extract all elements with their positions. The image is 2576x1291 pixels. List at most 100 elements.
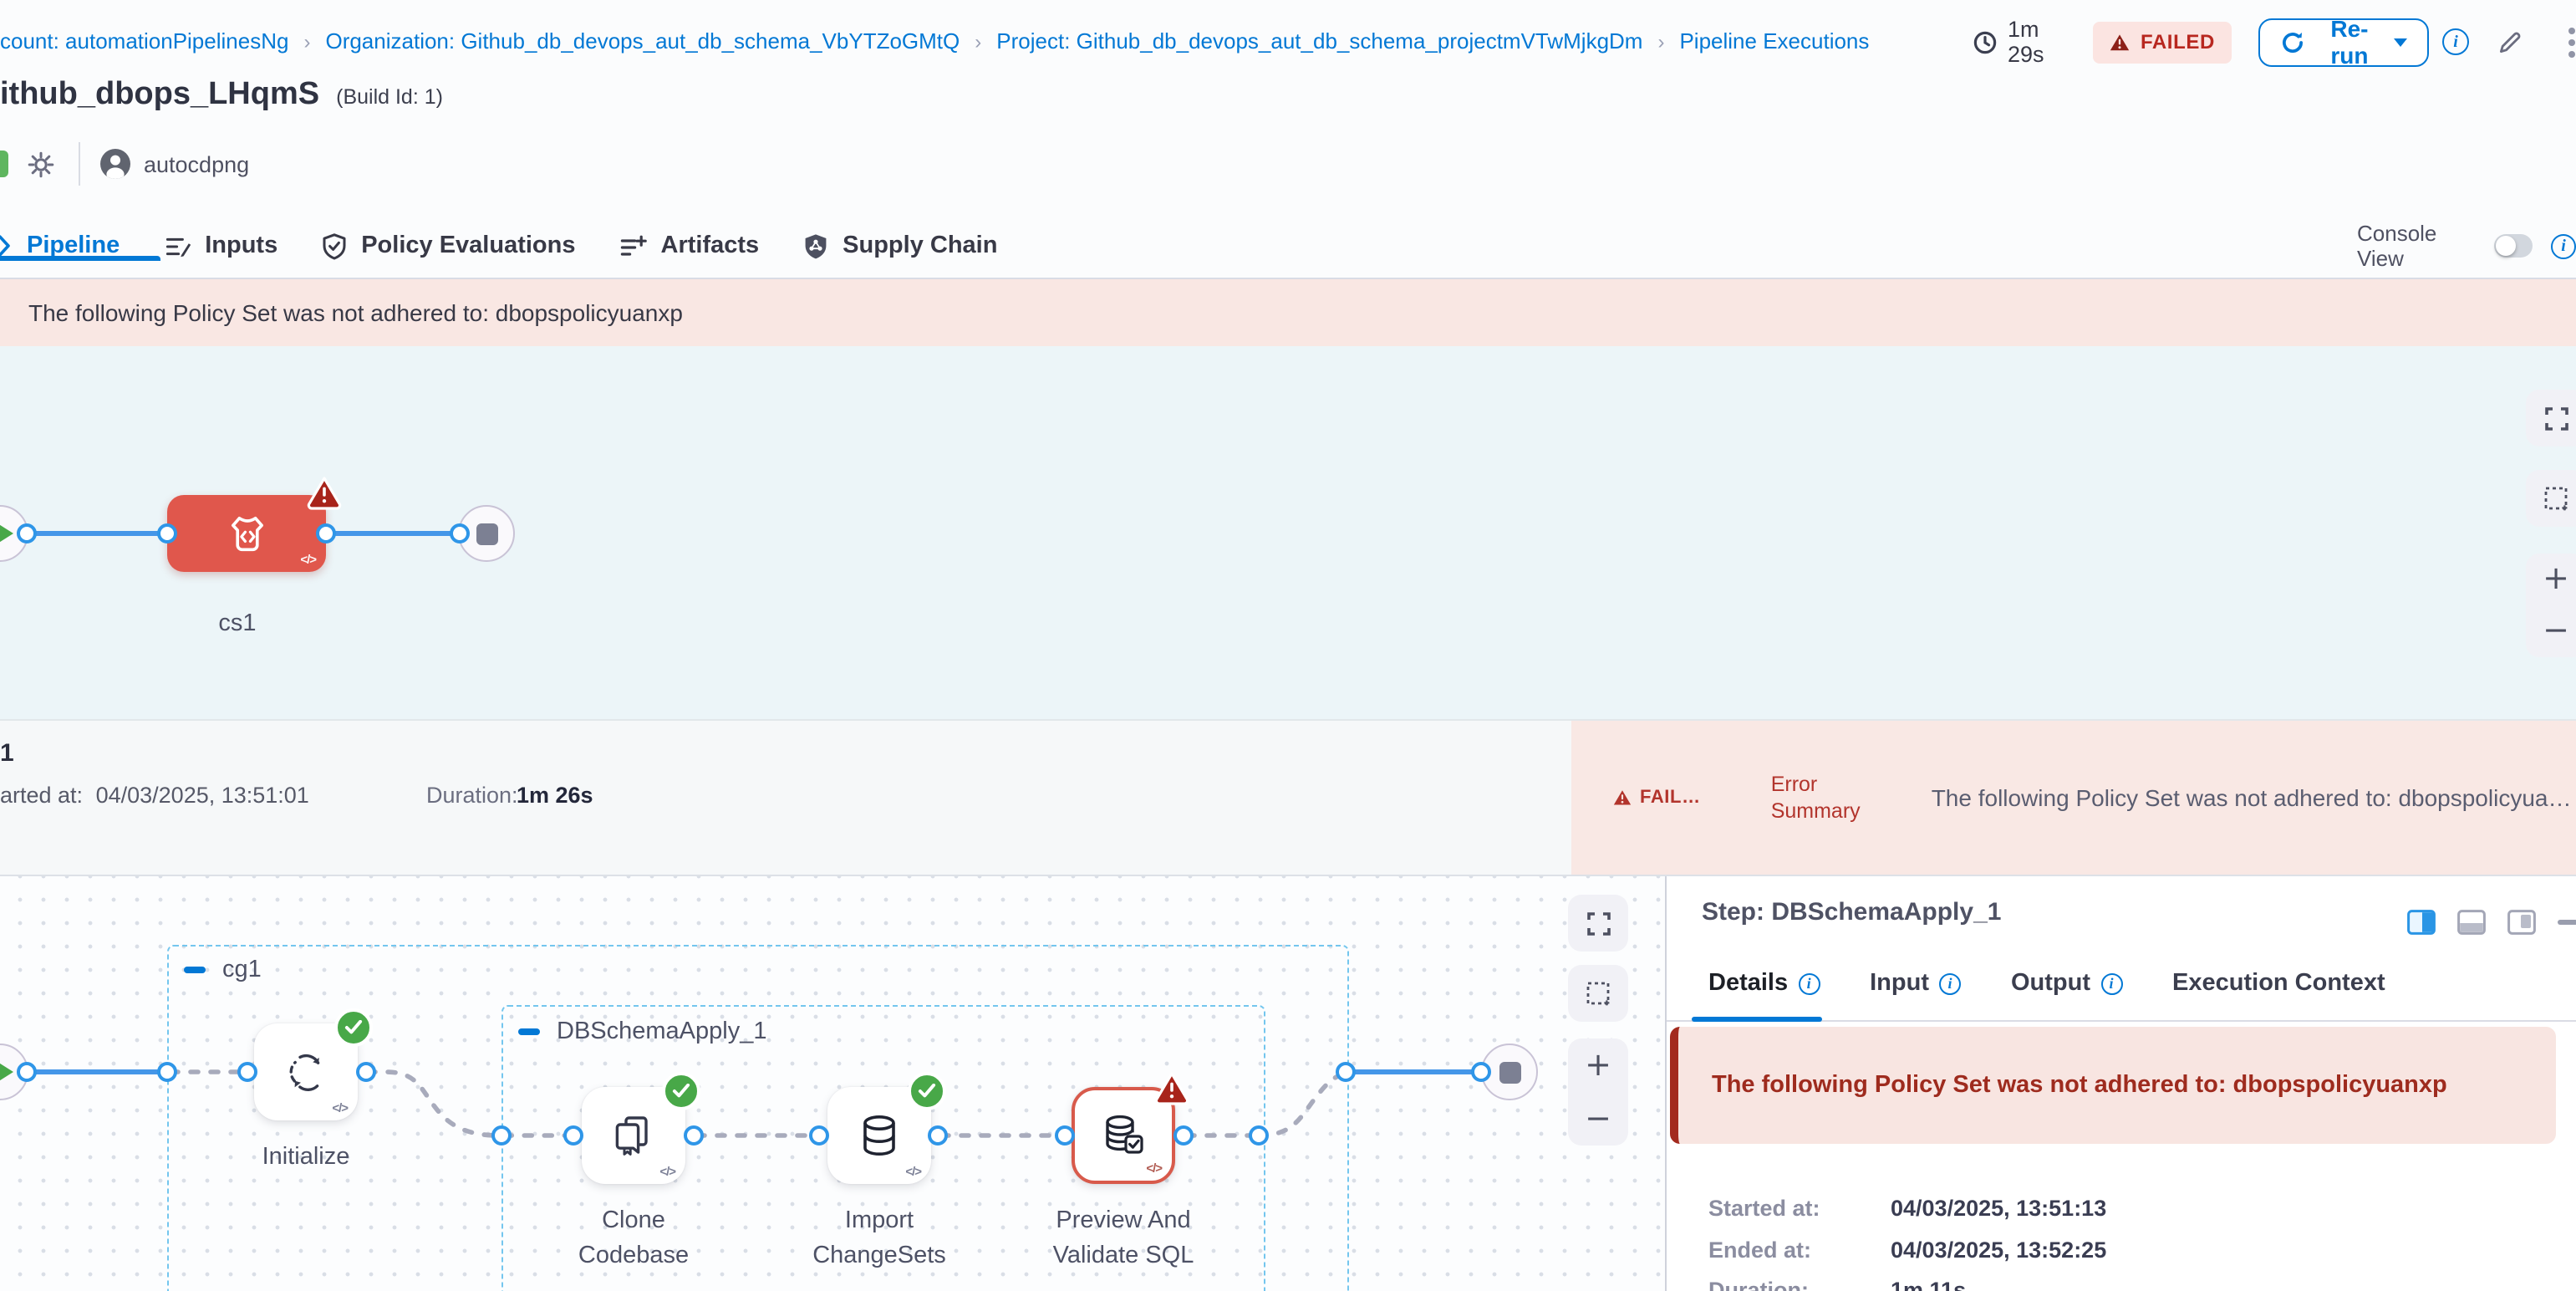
divider: [79, 142, 80, 186]
breadcrumb-account[interactable]: count: automationPipelinesNg: [0, 28, 288, 54]
status-text: FAILED: [2141, 30, 2215, 54]
zoom-in-button[interactable]: +: [1585, 1049, 1611, 1081]
execution-info-button[interactable]: [2442, 28, 2469, 55]
connector-port: [157, 1062, 177, 1082]
tab-input-label: Input: [1870, 970, 1929, 997]
pencil-icon: [2496, 28, 2524, 56]
step-node-initialize[interactable]: </>: [254, 1023, 358, 1120]
status-badge: FAILED: [2094, 21, 2232, 63]
build-id: (Build Id: 1): [336, 85, 443, 109]
top-bar: count: automationPipelinesNg › Organizat…: [0, 0, 2576, 84]
rerun-button[interactable]: Re-run: [2258, 18, 2429, 66]
tab-output-label: Output: [2011, 970, 2090, 997]
breadcrumb-pipeline-executions[interactable]: Pipeline Executions: [1679, 28, 1869, 54]
policy-violation-text: The following Policy Set was not adhered…: [28, 299, 683, 326]
tab-details[interactable]: Details: [1708, 970, 1820, 997]
error-summary-label: Error Summary: [1771, 771, 1878, 824]
console-view-info-icon[interactable]: [2551, 233, 2576, 258]
breadcrumb-separator: ›: [288, 29, 325, 53]
started-at-value: 04/03/2025, 13:51:01: [96, 783, 309, 808]
stop-icon: [1499, 1061, 1520, 1083]
breadcrumb-separator: ›: [1642, 29, 1679, 53]
shield-check-icon: [321, 232, 348, 260]
stage-node-cs1[interactable]: </>: [167, 495, 326, 572]
stage-failed-warning-icon: [306, 475, 343, 510]
step-details-panel: Step: DBSchemaApply_1 Details Input: [1665, 876, 2576, 1291]
canvas-select-button[interactable]: [1568, 965, 1628, 1022]
layout-right-panel-button[interactable]: [2407, 910, 2436, 935]
layout-floating-panel-button[interactable]: [2507, 910, 2536, 935]
code-glyph: </>: [300, 552, 316, 567]
title-bar: ithub_dbops_LHqmS (Build Id: 1): [0, 77, 443, 114]
step-error-box: The following Policy Set was not adhered…: [1670, 1027, 2556, 1144]
tag-sliver: [0, 151, 8, 177]
step-node-clone-codebase[interactable]: </>: [582, 1087, 685, 1184]
tab-output[interactable]: Output: [2011, 970, 2122, 997]
console-view-cluster: Console View: [2357, 214, 2576, 278]
stage-graph-canvas[interactable]: </> cs1 + −: [0, 346, 2576, 719]
tab-pipeline[interactable]: Pipeline: [27, 232, 120, 259]
panel-minimize-button[interactable]: [2558, 921, 2576, 925]
connector-port: [1471, 1062, 1491, 1082]
field-started-at: Started at: 04/03/2025, 13:51:13: [1708, 1196, 2106, 1221]
field-duration: Duration: 1m 11s: [1708, 1278, 1966, 1291]
step-success-icon: [662, 1072, 700, 1110]
tab-input[interactable]: Input: [1870, 970, 1961, 997]
connector-port: [491, 1125, 512, 1146]
page-title: ithub_dbops_LHqmS: [0, 77, 319, 114]
sync-icon: [281, 1047, 331, 1097]
connector-port: [684, 1125, 704, 1146]
step-label-preview-validate-sql: Preview And Validate SQL: [1030, 1204, 1217, 1274]
canvas-fullscreen-button[interactable]: [2526, 390, 2576, 446]
canvas-fullscreen-button[interactable]: [1568, 895, 1628, 952]
execution-graph-canvas[interactable]: cg1 DBSchemaApply_1: [0, 876, 1665, 1291]
tab-supply-chain[interactable]: Supply Chain: [802, 232, 997, 260]
console-view-label: Console View: [2357, 221, 2479, 271]
canvas-select-button[interactable]: [2526, 470, 2576, 527]
stage-name: 1: [0, 739, 14, 768]
zoom-out-button[interactable]: −: [1585, 1103, 1611, 1135]
collapse-stepgroup-button[interactable]: [518, 1029, 540, 1035]
tab-execution-context[interactable]: Execution Context: [2172, 970, 2385, 997]
kebab-menu-icon: [2568, 26, 2576, 58]
code-glyph: </>: [905, 1164, 921, 1179]
step-group-label: DBSchemaApply_1: [557, 1018, 767, 1045]
zoom-in-button[interactable]: +: [2543, 564, 2569, 595]
connector-port: [237, 1062, 257, 1082]
tab-supply-chain-label: Supply Chain: [843, 232, 997, 259]
active-tab-underline: [0, 256, 160, 261]
step-error-message: The following Policy Set was not adhered…: [1712, 1069, 2447, 1101]
breadcrumb-project[interactable]: Project: Github_db_devops_aut_db_schema_…: [996, 28, 1642, 54]
minus-icon: [2558, 921, 2576, 925]
chevron-down-icon[interactable]: [2394, 38, 2407, 54]
tab-artifacts[interactable]: Artifacts: [619, 232, 760, 260]
zoom-out-button[interactable]: −: [2543, 615, 2569, 647]
stage-error-summary: FAIL… Error Summary The following Policy…: [1571, 721, 2576, 875]
connector-port: [928, 1125, 948, 1146]
more-options-button[interactable]: [2568, 26, 2576, 58]
fail-badge-text: FAIL…: [1640, 788, 1701, 808]
breadcrumb-organization[interactable]: Organization: Github_db_devops_aut_db_sc…: [325, 28, 960, 54]
layout-bottom-panel-button[interactable]: [2457, 910, 2486, 935]
edit-pipeline-button[interactable]: [2496, 28, 2524, 56]
stop-icon: [476, 523, 497, 544]
connector-port: [157, 523, 177, 543]
connector-port: [450, 523, 470, 543]
settings-gear-button[interactable]: [27, 150, 55, 178]
step-node-preview-validate-sql[interactable]: </>: [1072, 1087, 1175, 1184]
tab-artifacts-label: Artifacts: [661, 232, 760, 259]
step-node-import-changesets[interactable]: </>: [827, 1087, 931, 1184]
step-success-icon: [334, 1008, 373, 1047]
stage-start-time: arted at: 04/03/2025, 13:51:01: [0, 783, 309, 808]
console-view-toggle[interactable]: [2494, 234, 2533, 258]
stage-graph-wires: [0, 346, 2576, 719]
clock-icon: [1973, 29, 1998, 54]
tab-policy-evaluations[interactable]: Policy Evaluations: [321, 232, 575, 260]
info-icon: [2100, 972, 2122, 994]
tab-inputs[interactable]: Inputs: [163, 232, 277, 260]
connector-port: [1336, 1062, 1356, 1082]
step-label-initialize: Initialize: [222, 1140, 389, 1176]
connector-port: [356, 1062, 376, 1082]
collapse-group-cg1-button[interactable]: [184, 967, 206, 973]
active-tab-underline: [1692, 1017, 1822, 1022]
